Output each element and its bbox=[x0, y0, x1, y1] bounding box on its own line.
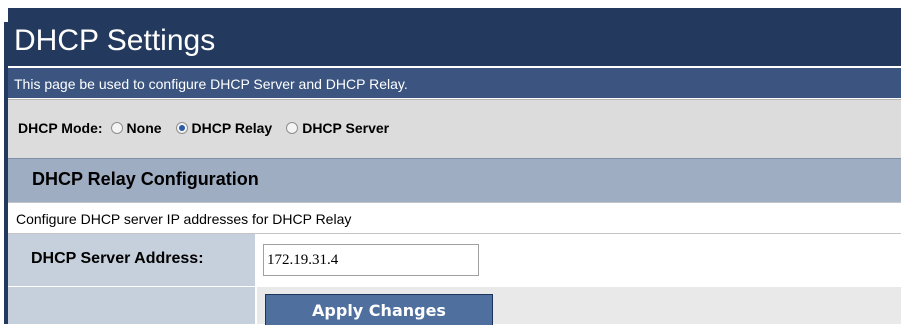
radio-dhcp-server-label[interactable]: DHCP Server bbox=[302, 120, 389, 136]
subtitle-bar: This page be used to configure DHCP Serv… bbox=[8, 68, 901, 98]
empty-label-cell bbox=[8, 286, 257, 324]
page-description: This page be used to configure DHCP Serv… bbox=[14, 76, 408, 92]
server-address-label-cell: DHCP Server Address: bbox=[8, 234, 257, 286]
radio-dhcp-relay[interactable] bbox=[175, 122, 188, 134]
action-cell: Apply Changes bbox=[257, 286, 901, 325]
dhcp-mode-group: DHCP Mode: None DHCP Relay DHCP Server bbox=[18, 120, 389, 136]
radio-dhcp-relay-label[interactable]: DHCP Relay bbox=[192, 120, 273, 136]
server-address-value-cell bbox=[257, 234, 901, 286]
page-title: DHCP Settings bbox=[14, 24, 216, 57]
relay-description-row: Configure DHCP server IP addresses for D… bbox=[8, 202, 901, 234]
server-address-input[interactable] bbox=[263, 244, 479, 276]
dhcp-mode-row: DHCP Mode: None DHCP Relay DHCP Server bbox=[8, 99, 901, 158]
radio-none[interactable] bbox=[110, 122, 123, 134]
relay-section-title: DHCP Relay Configuration bbox=[32, 169, 259, 189]
relay-section-header: DHCP Relay Configuration bbox=[8, 158, 901, 202]
dhcp-mode-label: DHCP Mode: bbox=[18, 120, 103, 136]
radio-dhcp-server[interactable] bbox=[286, 122, 299, 134]
relay-description: Configure DHCP server IP addresses for D… bbox=[16, 211, 352, 227]
apply-changes-button[interactable]: Apply Changes bbox=[265, 294, 493, 325]
radio-none-label[interactable]: None bbox=[127, 120, 162, 136]
server-address-label: DHCP Server Address: bbox=[31, 250, 204, 267]
title-bar: DHCP Settings bbox=[8, 8, 901, 66]
